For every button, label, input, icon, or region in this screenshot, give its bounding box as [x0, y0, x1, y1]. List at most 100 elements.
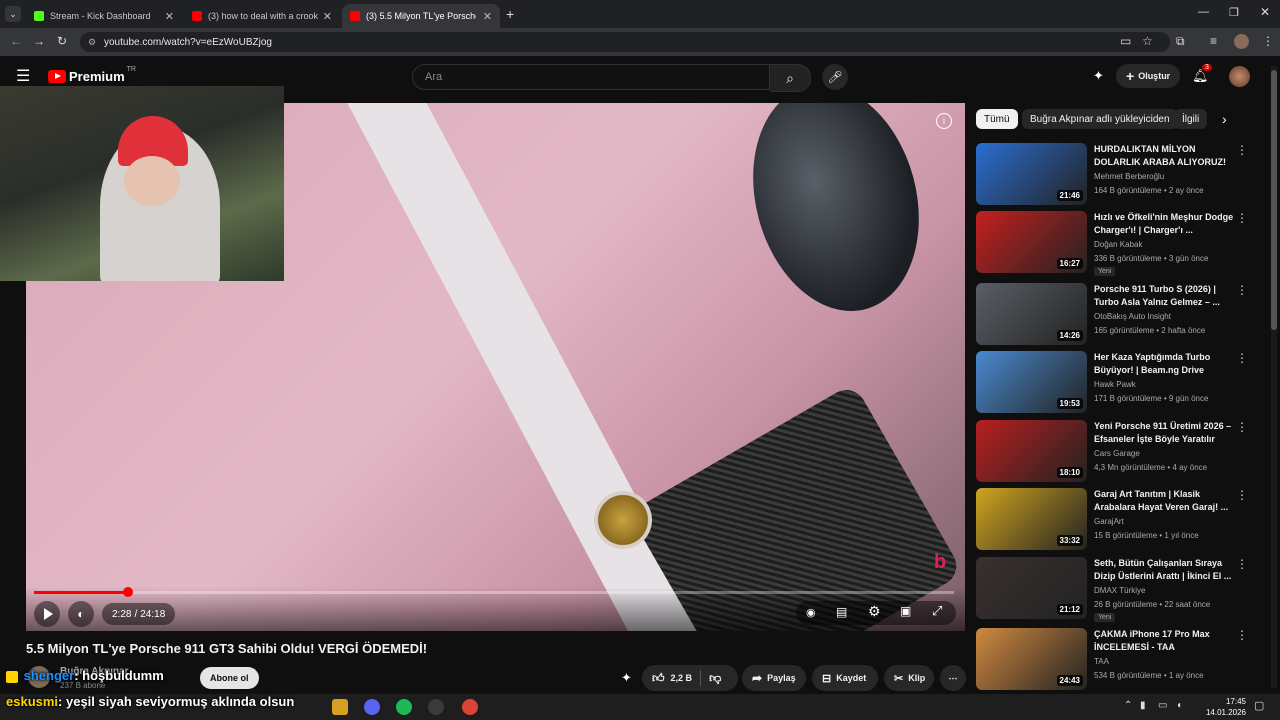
browser-tab-youtube-1[interactable]: (3) how to deal with a crooked ✕	[184, 4, 340, 28]
spotify-icon[interactable]	[396, 699, 412, 715]
notifications-button[interactable]: 🔔︎ 3	[1192, 64, 1212, 84]
close-icon[interactable]: ✕	[483, 10, 492, 23]
video-thumbnail[interactable]: 18:10	[976, 420, 1087, 482]
share-button[interactable]: ➦ Paylaş	[742, 665, 806, 691]
subtitles-icon[interactable]: ▤	[836, 605, 847, 619]
browser-tab-youtube-2[interactable]: (3) 5.5 Milyon TL'ye Porsche 91 ✕	[342, 4, 500, 28]
back-icon[interactable]: ←	[10, 34, 22, 48]
recommendation-item[interactable]: 19:53 Her Kaza Yaptığımda Turbo Büyüyor! …	[976, 351, 1266, 415]
video-thumbnail[interactable]: 21:12	[976, 557, 1087, 619]
extensions-icon[interactable]: ⧉	[1176, 34, 1185, 49]
more-vertical-icon[interactable]: ⋮	[1236, 557, 1248, 571]
page-scrollbar[interactable]	[1271, 66, 1277, 688]
recommendation-title[interactable]: ÇAKMA iPhone 17 Pro Max İNCELEMESİ - TAA	[1094, 628, 1234, 654]
recommendation-title[interactable]: Her Kaza Yaptığımda Turbo Büyüyor! | Bea…	[1094, 351, 1234, 377]
recommendation-title[interactable]: Yeni Porsche 911 Üretimi 2026 – Efsanele…	[1094, 420, 1234, 446]
recommendation-channel[interactable]: GarajArt	[1094, 517, 1124, 526]
volume-button[interactable]: ◐	[68, 601, 94, 627]
system-tray-chevron-icon[interactable]: ⌃	[1124, 700, 1132, 711]
more-vertical-icon[interactable]: ⋮	[1236, 143, 1248, 157]
like-button[interactable]: 👍︎ 2,2 B	[652, 671, 692, 686]
video-thumbnail[interactable]: 14:26	[976, 283, 1087, 345]
recommendation-item[interactable]: 21:46 HURDALIKTAN MİLYON DOLARLIK ARABA A…	[976, 143, 1266, 207]
voice-search-button[interactable]: 🎤︎	[822, 64, 848, 90]
profile-avatar[interactable]	[1234, 34, 1249, 49]
discord-icon[interactable]	[364, 699, 380, 715]
channel-watermark[interactable]: b	[934, 551, 946, 574]
youtube-logo[interactable]: Premium TR	[48, 66, 136, 84]
chrome-icon[interactable]	[462, 699, 478, 715]
forward-icon[interactable]: →	[33, 34, 45, 48]
restore-icon[interactable]: ❐	[1229, 6, 1239, 19]
more-vertical-icon[interactable]: ⋮	[1236, 420, 1248, 434]
more-vertical-icon[interactable]: ⋮	[1236, 628, 1248, 642]
browser-menu-icon[interactable]: ⋮	[1262, 34, 1274, 48]
notification-center-icon[interactable]: ▢	[1254, 699, 1264, 712]
info-icon[interactable]: i	[936, 113, 952, 129]
create-button[interactable]: + Oluştur	[1116, 64, 1181, 88]
recommendation-title[interactable]: Garaj Art Tanıtım | Klasik Arabalara Hay…	[1094, 488, 1234, 514]
chip-all[interactable]: Tümü	[976, 109, 1018, 129]
video-thumbnail[interactable]: 33:32	[976, 488, 1087, 550]
microphone-tray-icon[interactable]: ▮	[1140, 700, 1146, 711]
progress-bar[interactable]	[34, 587, 954, 597]
site-info-icon[interactable]: ⚙	[88, 37, 96, 48]
more-vertical-icon[interactable]: ⋮	[1236, 351, 1248, 365]
close-icon[interactable]: ✕	[323, 10, 332, 23]
tab-search-icon[interactable]: ⌄	[5, 6, 21, 22]
reading-list-icon[interactable]: ≡	[1210, 34, 1217, 48]
scrollbar-thumb[interactable]	[1271, 70, 1277, 330]
chevron-right-icon[interactable]: ›	[1222, 111, 1227, 127]
autoplay-toggle-icon[interactable]: ◉	[806, 606, 816, 619]
progress-scrubber[interactable]	[122, 587, 133, 597]
recommendation-channel[interactable]: Hawk Pawk	[1094, 380, 1136, 389]
plus-icon[interactable]: +	[506, 6, 514, 22]
hamburger-menu-icon[interactable]: ☰	[16, 66, 30, 86]
recommendation-item[interactable]: 14:26 Porsche 911 Turbo S (2026) | Turbo …	[976, 283, 1266, 347]
recommendation-item[interactable]: 33:32 Garaj Art Tanıtım | Klasik Arabalar…	[976, 488, 1266, 552]
more-actions-button[interactable]: ⋯	[940, 665, 966, 691]
ask-ai-icon[interactable]: ✦	[621, 670, 632, 686]
chip-related[interactable]: İlgili	[1174, 109, 1208, 129]
more-vertical-icon[interactable]: ⋮	[1236, 283, 1248, 297]
more-vertical-icon[interactable]: ⋮	[1236, 211, 1248, 225]
file-explorer-icon[interactable]	[332, 699, 348, 715]
recommendation-channel[interactable]: Mehmet Berberoğlu	[1094, 172, 1164, 181]
recommendation-item[interactable]: 16:27 Hızlı ve Öfkeli'nin Meşhur Dodge Ch…	[976, 211, 1266, 276]
video-thumbnail[interactable]: 24:43	[976, 628, 1087, 690]
recommendation-title[interactable]: Porsche 911 Turbo S (2026) | Turbo Asla …	[1094, 283, 1234, 309]
address-bar[interactable]: ⚙ youtube.com/watch?v=eEzWoUBZjog	[80, 32, 1170, 52]
recommendation-item[interactable]: 18:10 Yeni Porsche 911 Üretimi 2026 – Efs…	[976, 420, 1266, 484]
recommendation-channel[interactable]: TAA	[1094, 657, 1109, 666]
recommendation-title[interactable]: Seth, Bütün Çalışanları Sıraya Dizip Üst…	[1094, 557, 1234, 583]
clip-button[interactable]: ✂ Klip	[884, 665, 934, 691]
more-vertical-icon[interactable]: ⋮	[1236, 488, 1248, 502]
thumbs-down-icon[interactable]: 👎︎	[709, 671, 721, 686]
studio-icon[interactable]: ✦	[1093, 68, 1104, 84]
minimize-icon[interactable]: —	[1198, 6, 1209, 18]
search-input[interactable]: Ara	[412, 64, 770, 90]
video-thumbnail[interactable]: 16:27	[976, 211, 1087, 273]
settings-gear-icon[interactable]: ⚙	[868, 603, 881, 620]
recommendation-channel[interactable]: OtoBakış Auto Insight	[1094, 312, 1171, 321]
subscribe-button[interactable]: Abone ol	[200, 667, 259, 689]
bookmark-star-icon[interactable]: ☆	[1142, 34, 1153, 48]
recommendation-title[interactable]: HURDALIKTAN MİLYON DOLARLIK ARABA ALIYOR…	[1094, 143, 1234, 170]
recommendation-channel[interactable]: Cars Garage	[1094, 449, 1140, 458]
recommendation-title[interactable]: Hızlı ve Öfkeli'nin Meşhur Dodge Charger…	[1094, 211, 1234, 237]
network-icon[interactable]: ▭	[1158, 700, 1167, 711]
recommendation-item[interactable]: 21:12 Seth, Bütün Çalışanları Sıraya Dizi…	[976, 557, 1266, 622]
video-thumbnail[interactable]: 19:53	[976, 351, 1087, 413]
browser-tab-kick[interactable]: Stream - Kick Dashboard ✕	[26, 4, 182, 28]
miniplayer-icon[interactable]: ▣	[900, 604, 911, 618]
window-close-icon[interactable]: ✕	[1260, 5, 1270, 19]
obs-icon[interactable]	[428, 699, 444, 715]
search-button[interactable]: ⌕	[770, 64, 811, 92]
video-thumbnail[interactable]: 21:46	[976, 143, 1087, 205]
chip-from-uploader[interactable]: Buğra Akpınar adlı yükleyiciden	[1022, 109, 1178, 129]
recommendation-channel[interactable]: Doğan Kabak	[1094, 240, 1142, 249]
cast-icon[interactable]: ▭	[1120, 34, 1131, 48]
save-button[interactable]: ⊟ Kaydet	[812, 665, 878, 691]
play-button[interactable]	[34, 601, 60, 627]
recommendation-channel[interactable]: DMAX Türkiye	[1094, 586, 1145, 595]
